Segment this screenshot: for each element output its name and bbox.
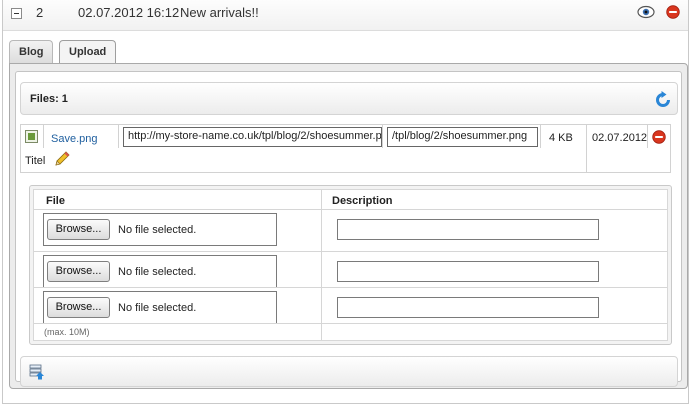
description-field[interactable] [337, 261, 599, 282]
file-date: 02.07.2012 [592, 132, 648, 144]
browse-button[interactable]: Browse... [47, 297, 110, 318]
tab-upload[interactable]: Upload [59, 40, 117, 65]
file-row: Save.png http://my-store-name.co.uk/tpl/… [20, 124, 680, 174]
upload-content: Files: 1 Save.png http://my-store-name.c… [15, 71, 682, 387]
file-size-cell: 4 KB [540, 124, 587, 149]
description-column-header: Description [332, 195, 393, 207]
upload-table: File Description Browse... No file selec… [33, 189, 668, 341]
upload-stack-icon[interactable] [29, 364, 45, 380]
entry-number: 2 [36, 5, 44, 20]
file-status: No file selected. [118, 302, 197, 314]
delete-icon[interactable] [666, 5, 680, 19]
file-name-link[interactable]: Save.png [51, 133, 97, 145]
eye-icon[interactable] [637, 5, 655, 19]
file-path-cell: /tpl/blog/2/shoesummer.png [382, 124, 541, 149]
file-date-cell: 02.07.2012 [586, 124, 648, 149]
delete-icon[interactable] [652, 130, 666, 144]
entry-date: 02.07.2012 16:12 [78, 5, 180, 20]
title-label: Titel [25, 155, 46, 167]
tab-blog[interactable]: Blog [9, 40, 54, 64]
file-status: No file selected. [118, 224, 197, 236]
file-input[interactable]: Browse... No file selected. [43, 255, 277, 288]
max-size-note: (max. 10M) [44, 327, 90, 337]
files-toolbar: Files: 1 [20, 82, 678, 115]
entry-header: 2 02.07.2012 16:12 New arrivals!! [3, 0, 688, 31]
blog-entry-panel: 2 02.07.2012 16:12 New arrivals!! Blog U… [2, 0, 689, 404]
file-input[interactable]: Browse... No file selected. [43, 291, 277, 324]
file-size: 4 KB [549, 132, 573, 144]
description-field[interactable] [337, 297, 599, 318]
file-title-spacer [586, 148, 671, 173]
refresh-icon[interactable] [654, 91, 672, 109]
upload-footer [20, 356, 678, 387]
files-count: Files: 1 [30, 93, 68, 105]
entry-title: New arrivals!! [180, 5, 259, 20]
browse-button[interactable]: Browse... [47, 219, 110, 240]
upload-grid: File Description Browse... No file selec… [29, 185, 672, 345]
file-path-field[interactable]: /tpl/blog/2/shoesummer.png [387, 127, 538, 147]
file-input[interactable]: Browse... No file selected. [43, 213, 277, 246]
file-title-cell: Titel [20, 148, 587, 173]
file-icon-cell [20, 124, 44, 149]
description-field[interactable] [337, 219, 599, 240]
upload-tab-panel: Files: 1 Save.png http://my-store-name.c… [9, 63, 688, 389]
file-url-cell: http://my-store-name.co.uk/tpl/blog/2/sh… [118, 124, 383, 149]
collapse-icon[interactable] [11, 8, 22, 19]
file-delete-cell [647, 124, 671, 149]
file-name-cell: Save.png [43, 124, 119, 149]
file-column-header: File [46, 195, 65, 207]
file-url-field[interactable]: http://my-store-name.co.uk/tpl/blog/2/sh… [123, 127, 382, 147]
pencil-icon[interactable] [54, 151, 70, 167]
image-file-icon [25, 130, 38, 143]
browse-button[interactable]: Browse... [47, 261, 110, 282]
file-status: No file selected. [118, 266, 197, 278]
